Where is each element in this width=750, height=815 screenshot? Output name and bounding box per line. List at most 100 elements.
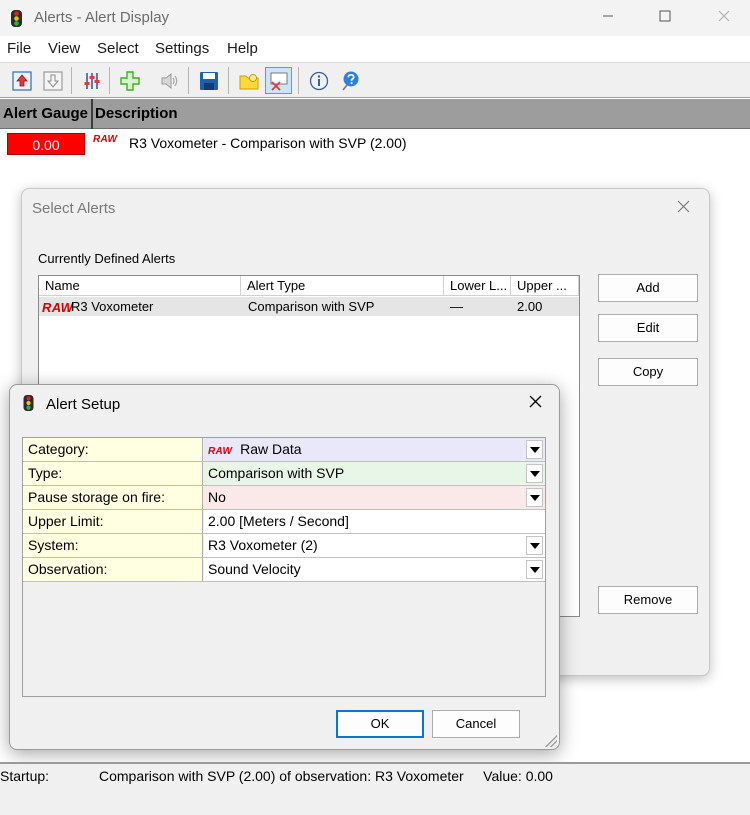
- property-value: Comparison with SVP: [208, 465, 345, 481]
- alert-gauge: 0.00: [7, 133, 85, 155]
- property-label: System:: [23, 534, 203, 557]
- alert-row[interactable]: 0.00 RAW R3 Voxometer - Comparison with …: [0, 130, 750, 156]
- property-grid: Category: RAW Raw Data Type: Comparison …: [22, 437, 546, 697]
- lower-limit: —: [450, 299, 463, 314]
- chevron-down-icon[interactable]: [526, 536, 543, 555]
- save-icon: [199, 71, 218, 90]
- alert-setup-dialog: Alert Setup Category: RAW Raw Data Type:…: [9, 384, 560, 750]
- observation-dropdown[interactable]: Sound Velocity: [204, 558, 545, 581]
- upper-limit-field[interactable]: 2.00 [Meters / Second]: [204, 510, 545, 533]
- toolbar: [0, 62, 750, 98]
- remove-button[interactable]: Remove: [598, 586, 698, 614]
- upload-icon: [11, 70, 32, 91]
- help-icon: [341, 71, 358, 90]
- download-button[interactable]: [39, 67, 66, 94]
- property-value: Sound Velocity: [208, 561, 301, 577]
- raw-badge-icon: RAW: [93, 134, 118, 145]
- property-label: Type:: [23, 462, 203, 485]
- alert-name: R3 Voxometer: [71, 299, 154, 314]
- property-value: No: [208, 489, 226, 505]
- download-icon: [42, 70, 63, 91]
- column-name[interactable]: Name: [39, 276, 241, 296]
- sound-button[interactable]: [156, 67, 183, 94]
- upload-button[interactable]: [8, 67, 35, 94]
- sliders-button[interactable]: [78, 67, 105, 94]
- add-icon: [119, 70, 140, 91]
- property-row-system[interactable]: System: R3 Voxometer (2): [23, 534, 545, 558]
- alerts-group-label: Currently Defined Alerts: [38, 251, 176, 266]
- close-icon: [718, 10, 730, 22]
- clear-selection-icon: [270, 72, 287, 91]
- menu-settings[interactable]: Settings: [155, 40, 209, 57]
- traffic-light-icon: [23, 395, 34, 411]
- property-row-pause-storage[interactable]: Pause storage on fire: No: [23, 486, 545, 510]
- minimize-button[interactable]: [578, 0, 638, 36]
- add-alert-button[interactable]: [116, 67, 143, 94]
- close-icon: [529, 395, 542, 408]
- open-button[interactable]: [235, 67, 262, 94]
- close-button[interactable]: [677, 197, 690, 218]
- title-bar: Alerts - Alert Display: [0, 0, 750, 36]
- edit-button[interactable]: Edit: [598, 314, 698, 342]
- property-value: 2.00 [Meters / Second]: [208, 513, 349, 529]
- property-row-observation[interactable]: Observation: Sound Velocity: [23, 558, 545, 582]
- info-button[interactable]: [305, 67, 332, 94]
- close-icon: [677, 200, 690, 213]
- cancel-button[interactable]: Cancel: [432, 710, 520, 738]
- property-row-category[interactable]: Category: RAW Raw Data: [23, 438, 545, 462]
- property-label: Upper Limit:: [23, 510, 203, 533]
- copy-button[interactable]: Copy: [598, 358, 698, 386]
- property-row-type[interactable]: Type: Comparison with SVP: [23, 462, 545, 486]
- column-description[interactable]: Description: [95, 105, 178, 122]
- speaker-icon: [161, 72, 177, 89]
- category-dropdown[interactable]: RAW Raw Data: [204, 438, 545, 461]
- status-message: Comparison with SVP (2.00) of observatio…: [99, 768, 553, 784]
- maximize-button[interactable]: [635, 0, 695, 36]
- property-label: Category:: [23, 438, 203, 461]
- chevron-down-icon[interactable]: [526, 440, 543, 459]
- pause-storage-dropdown[interactable]: No: [204, 486, 545, 509]
- type-dropdown[interactable]: Comparison with SVP: [204, 462, 545, 485]
- help-button[interactable]: [336, 67, 363, 94]
- traffic-light-icon: [11, 10, 22, 27]
- alert-table-header: Alert Gauge Description: [0, 99, 750, 129]
- property-label: Observation:: [23, 558, 203, 581]
- column-alert-gauge[interactable]: Alert Gauge: [3, 105, 88, 122]
- close-button[interactable]: [694, 0, 750, 36]
- add-button[interactable]: Add: [598, 274, 698, 302]
- maximize-icon: [659, 10, 671, 22]
- menu-file[interactable]: File: [7, 40, 31, 57]
- property-row-upper-limit[interactable]: Upper Limit: 2.00 [Meters / Second]: [23, 510, 545, 534]
- column-alert-type[interactable]: Alert Type: [241, 276, 444, 296]
- menu-bar: File View Select Settings Help: [0, 36, 750, 62]
- clear-selection-button[interactable]: [265, 67, 292, 94]
- close-button[interactable]: [529, 392, 542, 414]
- dialog-title: Select Alerts: [32, 200, 116, 217]
- raw-badge-icon: RAW: [42, 300, 74, 315]
- alert-type: Comparison with SVP: [248, 299, 375, 314]
- window-title: Alerts - Alert Display: [34, 9, 170, 26]
- chevron-down-icon[interactable]: [526, 560, 543, 579]
- save-button[interactable]: [195, 67, 222, 94]
- resize-grip-icon[interactable]: [545, 735, 557, 747]
- folder-icon: [239, 73, 258, 89]
- menu-select[interactable]: Select: [97, 40, 139, 57]
- raw-badge-icon: RAW: [208, 446, 233, 457]
- status-label: Startup:: [0, 768, 50, 784]
- property-label: Pause storage on fire:: [23, 486, 203, 509]
- chevron-down-icon[interactable]: [526, 464, 543, 483]
- property-value: Raw Data: [240, 441, 302, 457]
- menu-view[interactable]: View: [48, 40, 80, 57]
- chevron-down-icon[interactable]: [526, 488, 543, 507]
- column-upper-limit[interactable]: Upper ...: [511, 276, 579, 296]
- column-lower-limit[interactable]: Lower L...: [444, 276, 511, 296]
- system-dropdown[interactable]: R3 Voxometer (2): [204, 534, 545, 557]
- upper-limit: 2.00: [517, 299, 543, 314]
- minimize-icon: [603, 15, 613, 17]
- property-value: R3 Voxometer (2): [208, 537, 318, 553]
- menu-help[interactable]: Help: [227, 40, 258, 57]
- info-icon: [309, 71, 328, 90]
- ok-button[interactable]: OK: [336, 710, 424, 738]
- alert-description: R3 Voxometer - Comparison with SVP (2.00…: [129, 135, 407, 151]
- dialog-title: Alert Setup: [46, 396, 121, 413]
